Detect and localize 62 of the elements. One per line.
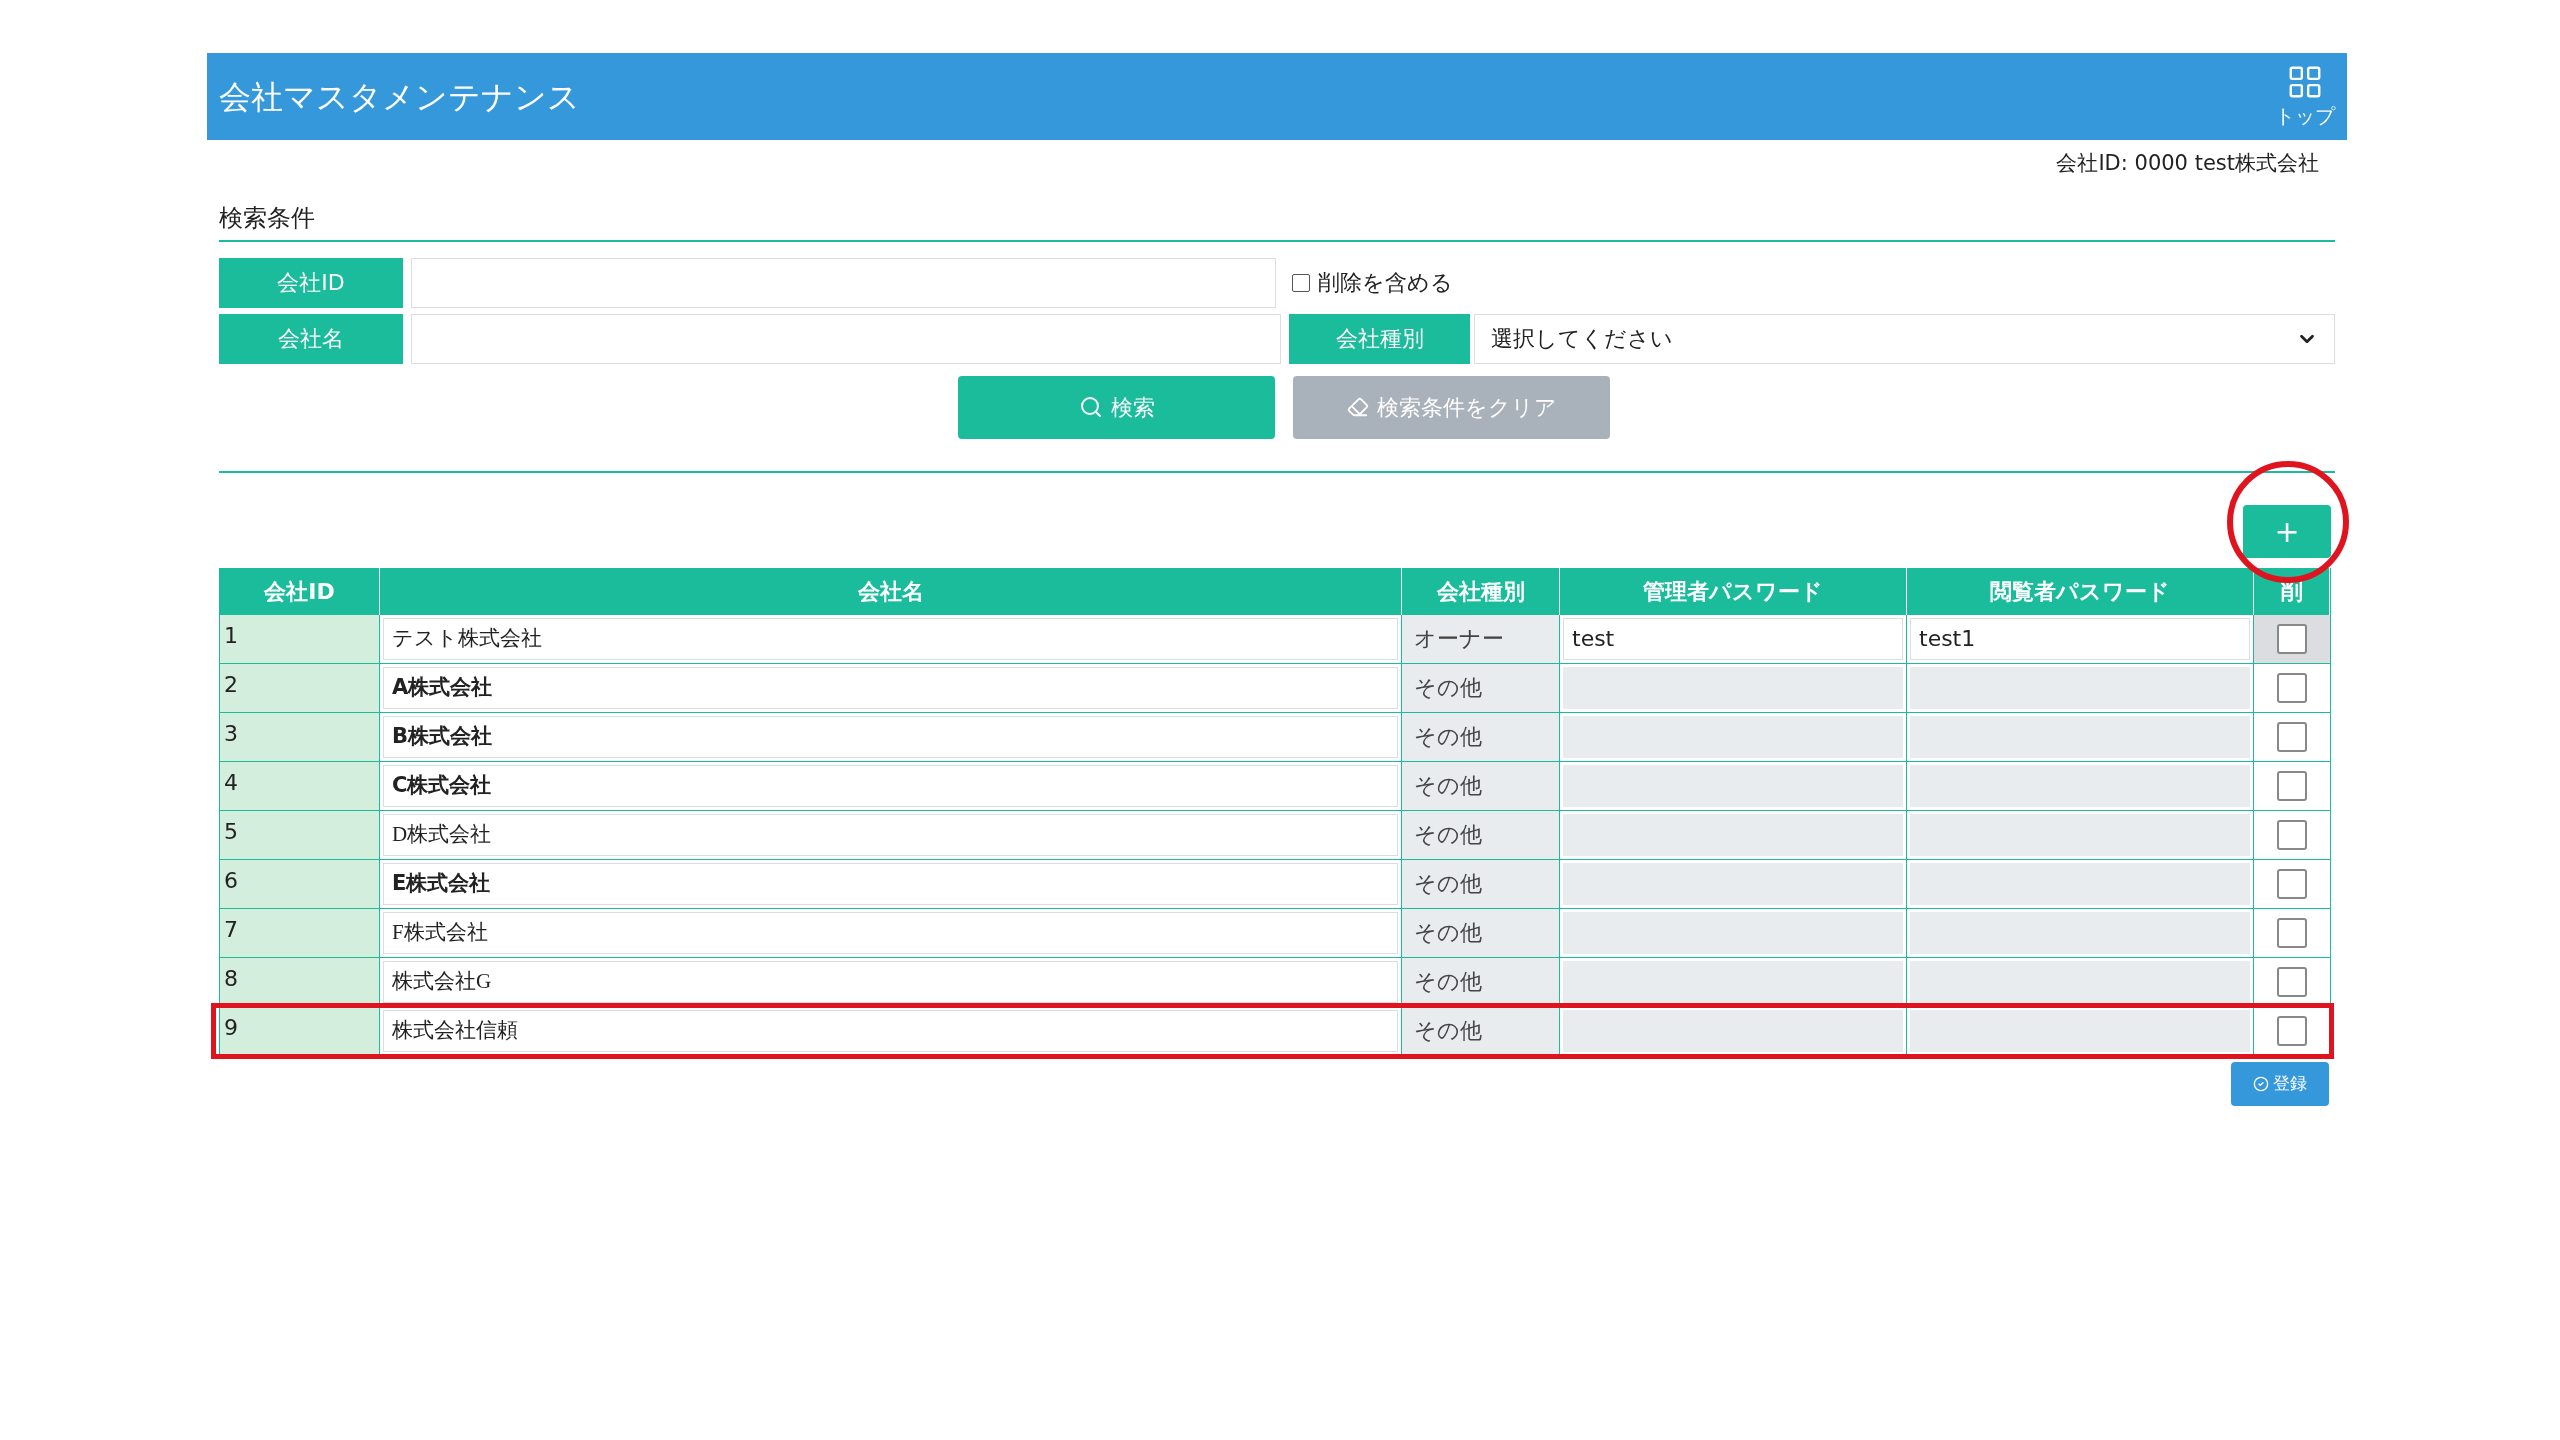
company-info: 会社ID: 0000 test株式会社 <box>2056 150 2319 177</box>
field-label: 会社種別 <box>1289 313 1470 364</box>
field-label: 会社ID <box>219 257 403 308</box>
delete-checkbox[interactable] <box>2277 770 2307 801</box>
delete-checkbox[interactable] <box>2277 966 2307 997</box>
id-cell: 4 <box>224 769 238 795</box>
column-header: 会社ID <box>220 567 380 615</box>
type-cell-text: その他 <box>1414 1017 1482 1045</box>
delete-checkbox[interactable] <box>2277 672 2307 703</box>
column-header: 閲覧者パスワード <box>1907 567 2254 615</box>
name-field[interactable]: D株式会社 <box>383 813 1398 856</box>
name-field[interactable]: 株式会社信頼 <box>383 1009 1398 1052</box>
eraser-icon <box>1346 396 1369 418</box>
name-field[interactable]: F株式会社 <box>383 911 1398 954</box>
password-field[interactable] <box>1563 960 1903 1003</box>
delete-checkbox[interactable] <box>2277 1015 2307 1046</box>
id-cell: 9 <box>224 1014 238 1040</box>
id-cell: 5 <box>224 818 238 844</box>
checkbox-label: 削除を含める <box>1318 269 1453 297</box>
company-name-field[interactable] <box>411 313 1281 364</box>
column-header: 管理者パスワード <box>1560 567 1907 615</box>
column-header: 会社名 <box>380 567 1402 615</box>
password-field[interactable]: test1 <box>1910 617 2250 660</box>
column-header: 会社種別 <box>1402 567 1560 615</box>
id-cell: 2 <box>224 671 238 697</box>
password-field[interactable] <box>1910 960 2250 1003</box>
delete-checkbox[interactable] <box>2277 868 2307 899</box>
id-cell: 1 <box>224 622 238 648</box>
id-cell: 8 <box>224 965 238 991</box>
company-type-select[interactable]: 選択してください <box>1474 313 2335 364</box>
type-cell-text: その他 <box>1414 674 1482 702</box>
name-field[interactable]: E株式会社 <box>383 862 1398 905</box>
password-field[interactable] <box>1563 1009 1903 1052</box>
company-id-field[interactable] <box>411 257 1276 308</box>
type-cell-text: その他 <box>1414 821 1482 849</box>
type-cell-text: その他 <box>1414 870 1482 898</box>
delete-checkbox[interactable] <box>2277 623 2307 654</box>
password-field[interactable]: test <box>1563 617 1903 660</box>
search-icon <box>1078 395 1103 419</box>
id-cell: 6 <box>224 867 238 893</box>
name-field[interactable]: C株式会社 <box>383 764 1398 807</box>
type-cell-text: オーナー <box>1414 625 1504 653</box>
delete-checkbox[interactable] <box>2277 917 2307 948</box>
name-field[interactable]: 株式会社G <box>383 960 1398 1003</box>
field-label: 会社名 <box>219 313 403 364</box>
include-deleted-checkbox[interactable] <box>1292 273 1310 292</box>
check-circle-icon <box>2253 1075 2269 1092</box>
section-title: 検索条件 <box>219 203 315 232</box>
password-field[interactable] <box>1910 1009 2250 1052</box>
column-header: 削 <box>2254 567 2330 615</box>
name-field[interactable]: B株式会社 <box>383 715 1398 758</box>
page-title: 会社マスタメンテナンス <box>219 76 580 118</box>
type-cell-text: その他 <box>1414 919 1482 947</box>
delete-checkbox[interactable] <box>2277 721 2307 752</box>
name-field[interactable]: A株式会社 <box>383 666 1398 709</box>
type-cell-text: その他 <box>1414 723 1482 751</box>
id-cell: 7 <box>224 916 238 942</box>
name-field[interactable]: テスト株式会社 <box>383 617 1398 660</box>
id-cell: 3 <box>224 720 238 746</box>
delete-checkbox[interactable] <box>2277 819 2307 850</box>
type-cell-text: その他 <box>1414 772 1482 800</box>
type-cell-text: その他 <box>1414 968 1482 996</box>
